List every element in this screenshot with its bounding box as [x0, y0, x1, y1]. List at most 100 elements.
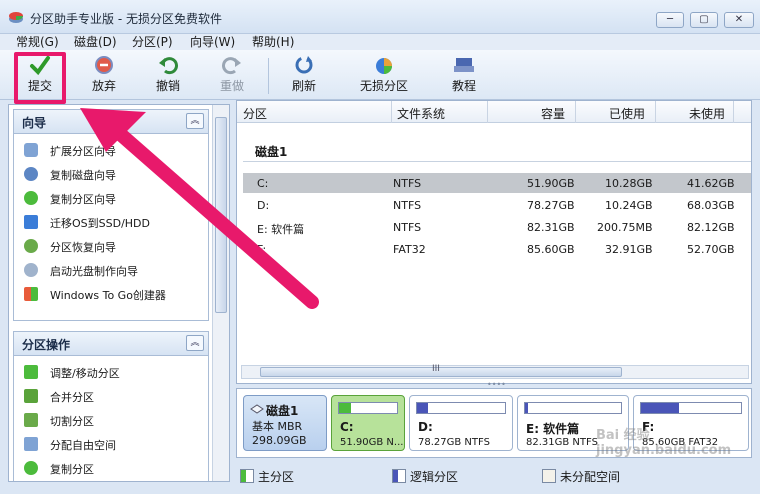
- table-row[interactable]: E: 软件篇 NTFS 82.31GB 200.75MB 82.12GB: [243, 217, 751, 237]
- cell-name: C:: [257, 177, 269, 190]
- left-scroll-thumb[interactable]: [215, 117, 227, 313]
- menu-general[interactable]: 常规(G): [16, 34, 59, 50]
- wizard-group: 向导 ︽ 扩展分区向导 复制磁盘向导 复制分区向导 迁移OS到SSD/HDD 分…: [13, 109, 209, 321]
- restore-icon: ▢: [699, 14, 709, 25]
- undo-button[interactable]: 撤销: [140, 54, 196, 98]
- wizard-item-bootable-cd[interactable]: 启动光盘制作向导: [14, 258, 208, 282]
- wizard-item-recovery[interactable]: 分区恢复向导: [14, 234, 208, 258]
- legend-unallocated: 未分配空间: [542, 468, 620, 485]
- minimize-icon: ─: [666, 14, 674, 25]
- table-row[interactable]: D: NTFS 78.27GB 10.24GB 68.03GB: [243, 195, 751, 215]
- column-capacity[interactable]: 容量: [541, 105, 565, 122]
- refresh-label: 刷新: [291, 79, 316, 93]
- cell-used: 32.91GB: [605, 243, 653, 256]
- wizard-item-extend[interactable]: 扩展分区向导: [14, 138, 208, 162]
- table-scroll-thumb[interactable]: [260, 367, 622, 377]
- tutorial-button[interactable]: 教程: [436, 54, 492, 98]
- legend-logical: 逻辑分区: [392, 468, 458, 485]
- discard-label: 放弃: [91, 79, 116, 93]
- menu-help[interactable]: 帮助(H): [252, 34, 294, 50]
- collapse-up-icon[interactable]: ︽: [186, 335, 204, 351]
- split-icon: [24, 413, 38, 427]
- lossless-partition-button[interactable]: 无损分区: [352, 54, 416, 98]
- refresh-icon: [295, 56, 313, 74]
- disk-drive-icon: [250, 404, 264, 414]
- lossless-partition-icon: [376, 58, 392, 74]
- operation-item-allocate[interactable]: 分配自由空间: [14, 432, 208, 456]
- refresh-button[interactable]: 刷新: [276, 54, 332, 98]
- table-horizontal-scrollbar[interactable]: III: [241, 364, 749, 379]
- cell-fs: NTFS: [393, 221, 422, 234]
- wizard-item-label: 复制分区向导: [50, 193, 116, 206]
- redo-icon: [222, 57, 241, 75]
- usage-bar: [524, 402, 622, 414]
- collapse-up-icon[interactable]: ︽: [186, 113, 204, 129]
- wizard-item-copy-disk[interactable]: 复制磁盘向导: [14, 162, 208, 186]
- column-divider: [391, 101, 392, 123]
- cell-capacity: 78.27GB: [527, 199, 575, 212]
- wizard-item-migrate-os[interactable]: 迁移OS到SSD/HDD: [14, 210, 208, 234]
- cell-fs: NTFS: [393, 199, 422, 212]
- usage-fill: [525, 403, 528, 413]
- menu-disk[interactable]: 磁盘(D): [74, 34, 117, 50]
- cell-used: 200.75MB: [597, 221, 653, 234]
- partition-card-info: 51.90GB N...: [340, 437, 404, 448]
- column-divider: [655, 101, 656, 123]
- wizard-item-label: 启动光盘制作向导: [50, 265, 138, 278]
- watermark: Bai 经验 jingyan.baidu.com: [596, 428, 732, 458]
- operation-item-copy[interactable]: 复制分区: [14, 456, 208, 480]
- column-free[interactable]: 未使用: [689, 105, 725, 122]
- toolbar: 提交 放弃 撤销 重做 刷新 无损分区 教程: [0, 50, 760, 100]
- close-button[interactable]: ✕: [724, 12, 754, 28]
- legend-primary-label: 主分区: [258, 470, 295, 484]
- left-scrollbar[interactable]: [212, 105, 229, 481]
- operation-item-label: 复制分区: [50, 463, 94, 476]
- app-icon: [9, 12, 23, 23]
- redo-button[interactable]: 重做: [204, 54, 260, 98]
- minimize-button[interactable]: ─: [656, 12, 684, 28]
- wizard-item-copy-partition[interactable]: 复制分区向导: [14, 186, 208, 210]
- operation-item-merge[interactable]: 合并分区: [14, 384, 208, 408]
- partition-table: 分区 文件系统 容量 已使用 未使用 磁盘1 C: NTFS 51.90GB 1…: [236, 100, 752, 384]
- partition-copy-icon: [24, 191, 38, 205]
- cell-free: 68.03GB: [687, 199, 735, 212]
- cell-name: E: 软件篇: [257, 223, 305, 236]
- column-divider: [575, 101, 576, 123]
- undo-label: 撤销: [155, 79, 180, 93]
- wizard-item-windows-to-go[interactable]: Windows To Go创建器: [14, 282, 208, 306]
- menu-wizard[interactable]: 向导(W): [190, 34, 235, 50]
- menu-partition[interactable]: 分区(P): [132, 34, 173, 50]
- table-row[interactable]: F: FAT32 85.60GB 32.91GB 52.70GB: [243, 239, 751, 259]
- lossless-partition-label: 无损分区: [359, 79, 408, 93]
- usage-bar: [416, 402, 506, 414]
- discard-icon: [95, 56, 113, 74]
- disk-card[interactable]: 磁盘1 基本 MBR 298.09GB: [243, 395, 327, 451]
- column-used[interactable]: 已使用: [609, 105, 645, 122]
- resize-icon: [24, 365, 38, 379]
- disk-divider: [243, 161, 751, 162]
- partition-card-d[interactable]: D: 78.27GB NTFS: [409, 395, 513, 451]
- usage-bar: [338, 402, 398, 414]
- table-row[interactable]: C: NTFS 51.90GB 10.28GB 41.62GB: [243, 173, 751, 193]
- disk-card-name: 磁盘1: [266, 404, 299, 418]
- operations-group: 分区操作 ︽ 调整/移动分区 合并分区 切割分区 分配自由空间 复制分区: [13, 331, 209, 481]
- usage-bar: [640, 402, 742, 414]
- discard-button[interactable]: 放弃: [76, 54, 132, 98]
- close-icon: ✕: [734, 14, 744, 25]
- operation-item-split[interactable]: 切割分区: [14, 408, 208, 432]
- restore-button[interactable]: ▢: [690, 12, 718, 28]
- cell-used: 10.28GB: [605, 177, 653, 190]
- column-filesystem[interactable]: 文件系统: [397, 105, 445, 122]
- unallocated-swatch: [542, 469, 556, 483]
- partition-card-c[interactable]: C: 51.90GB N...: [331, 395, 405, 451]
- legend: 主分区 逻辑分区 未分配空间: [236, 464, 752, 488]
- wizard-title: 向导: [22, 116, 47, 130]
- column-partition[interactable]: 分区: [243, 105, 267, 122]
- wizard-item-label: 复制磁盘向导: [50, 169, 116, 182]
- operation-item-resize[interactable]: 调整/移动分区: [14, 360, 208, 384]
- logical-swatch: [392, 469, 406, 483]
- cell-free: 82.12GB: [687, 221, 735, 234]
- title-bar: 分区助手专业版 - 无损分区免费软件 ─ ▢ ✕: [0, 0, 760, 34]
- partition-card-info: 78.27GB NTFS: [418, 437, 490, 448]
- submit-highlight-box: [14, 52, 66, 104]
